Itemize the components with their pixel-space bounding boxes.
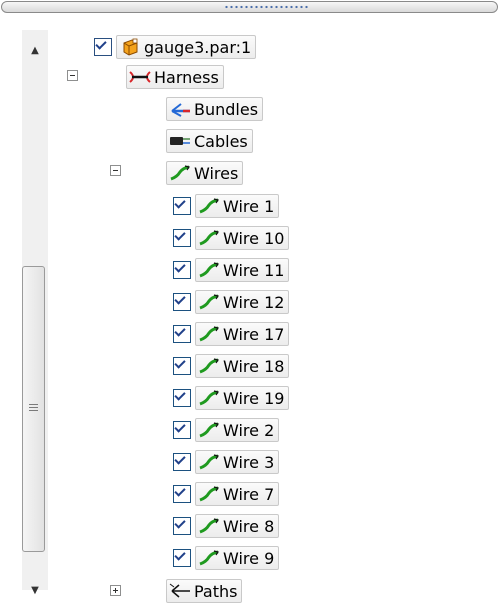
tree-node-cables[interactable]: Cables: [166, 128, 253, 154]
cables-node-label: Cables: [194, 131, 248, 151]
tree-node-harness[interactable]: Harness: [126, 64, 224, 90]
wire-node-button[interactable]: Wire 19: [195, 386, 290, 410]
tree-node-wire-item[interactable]: Wire 12: [173, 289, 290, 315]
wire-node-button[interactable]: Wire 1: [195, 194, 280, 218]
wire-checkbox[interactable]: [173, 517, 191, 535]
wires-node-label: Wires: [194, 163, 239, 183]
tree-node-wire-item[interactable]: Wire 19: [173, 385, 290, 411]
tree-node-wire-item[interactable]: Wire 2: [173, 417, 280, 443]
wire-node-label: Wire 8: [223, 516, 275, 536]
wire-node-label: Wire 9: [223, 548, 275, 568]
tree-node-wire-item[interactable]: Wire 18: [173, 353, 290, 379]
wire-node-label: Wire 19: [223, 388, 285, 408]
cables-node-button[interactable]: Cables: [166, 129, 253, 153]
harness-node-label: Harness: [154, 67, 219, 87]
splitter-grip-icon[interactable]: [224, 5, 308, 9]
wire-icon: [198, 261, 220, 279]
root-node-label: gauge3.par:1: [144, 37, 252, 57]
tree-node-wires[interactable]: Wires: [166, 160, 244, 186]
wire-checkbox[interactable]: [173, 293, 191, 311]
vertical-scrollbar[interactable]: ▲ ▼: [22, 30, 48, 596]
wire-node-label: Wire 1: [223, 196, 275, 216]
tree-node-wire-item[interactable]: Wire 9: [173, 545, 280, 571]
wire-node-button[interactable]: Wire 2: [195, 418, 280, 442]
wire-checkbox[interactable]: [173, 453, 191, 471]
tree-node-wire-item[interactable]: Wire 11: [173, 257, 290, 283]
tree-node-paths[interactable]: Paths: [166, 578, 243, 604]
tree-node-root[interactable]: gauge3.par:1: [94, 34, 257, 60]
bundles-node-label: Bundles: [194, 99, 259, 119]
tree-node-wire-item[interactable]: Wire 10: [173, 225, 290, 251]
wire-icon: [198, 421, 220, 439]
wire-checkbox[interactable]: [173, 357, 191, 375]
wire-checkbox[interactable]: [173, 389, 191, 407]
wire-node-label: Wire 3: [223, 452, 275, 472]
wire-node-button[interactable]: Wire 9: [195, 546, 280, 570]
wire-node-label: Wire 7: [223, 484, 275, 504]
wire-checkbox[interactable]: [173, 485, 191, 503]
wire-node-label: Wire 18: [223, 356, 285, 376]
wire-node-button[interactable]: Wire 3: [195, 450, 280, 474]
root-node-button[interactable]: gauge3.par:1: [116, 35, 257, 59]
wire-icon: [198, 517, 220, 535]
wire-icon: [169, 164, 191, 182]
wire-checkbox[interactable]: [173, 261, 191, 279]
wire-icon: [198, 229, 220, 247]
tree-node-wire-item[interactable]: Wire 7: [173, 481, 280, 507]
bundle-icon: [169, 100, 191, 118]
wire-node-label: Wire 12: [223, 292, 285, 312]
wire-checkbox[interactable]: [173, 421, 191, 439]
wire-node-button[interactable]: Wire 18: [195, 354, 290, 378]
wire-icon: [198, 293, 220, 311]
tree-node-wire-item[interactable]: Wire 3: [173, 449, 280, 475]
paths-node-button[interactable]: Paths: [166, 579, 243, 603]
wire-node-button[interactable]: Wire 8: [195, 514, 280, 538]
wire-node-label: Wire 10: [223, 228, 285, 248]
root-checkbox[interactable]: [94, 38, 112, 56]
wire-node-button[interactable]: Wire 11: [195, 258, 290, 282]
wire-icon: [198, 357, 220, 375]
wire-checkbox[interactable]: [173, 549, 191, 567]
wire-node-label: Wire 17: [223, 324, 285, 344]
wire-node-button[interactable]: Wire 12: [195, 290, 290, 314]
scroll-down-arrow-icon[interactable]: ▼: [22, 578, 48, 602]
wire-checkbox[interactable]: [173, 325, 191, 343]
tree-node-bundles[interactable]: Bundles: [166, 96, 264, 122]
wires-collapse-toggle[interactable]: [110, 165, 121, 176]
wire-icon: [198, 325, 220, 343]
wire-icon: [198, 197, 220, 215]
wire-checkbox[interactable]: [173, 197, 191, 215]
cable-icon: [169, 132, 191, 150]
harness-icon: [129, 68, 151, 86]
harness-collapse-toggle[interactable]: [67, 70, 78, 81]
scroll-up-arrow-icon[interactable]: ▲: [22, 38, 48, 62]
scrollbar-thumb[interactable]: [22, 266, 45, 552]
wires-node-button[interactable]: Wires: [166, 161, 244, 185]
wire-icon: [198, 389, 220, 407]
splitter-bar[interactable]: [1, 1, 498, 13]
wire-node-button[interactable]: Wire 17: [195, 322, 290, 346]
tree-node-wire-item[interactable]: Wire 1: [173, 193, 280, 219]
wire-icon: [198, 549, 220, 567]
paths-node-label: Paths: [194, 581, 238, 601]
part-icon: [119, 38, 141, 56]
wire-node-button[interactable]: Wire 10: [195, 226, 290, 250]
tree-node-wire-item[interactable]: Wire 17: [173, 321, 290, 347]
bundles-node-button[interactable]: Bundles: [166, 97, 264, 121]
harness-node-button[interactable]: Harness: [126, 65, 224, 89]
paths-expand-toggle[interactable]: [110, 585, 121, 596]
tree-node-wire-item[interactable]: Wire 8: [173, 513, 280, 539]
wire-node-label: Wire 2: [223, 420, 275, 440]
wire-node-button[interactable]: Wire 7: [195, 482, 280, 506]
wire-icon: [198, 485, 220, 503]
wire-checkbox[interactable]: [173, 229, 191, 247]
thumb-grip-icon: [29, 404, 38, 413]
wire-node-label: Wire 11: [223, 260, 285, 280]
path-icon: [169, 582, 191, 600]
wire-icon: [198, 453, 220, 471]
